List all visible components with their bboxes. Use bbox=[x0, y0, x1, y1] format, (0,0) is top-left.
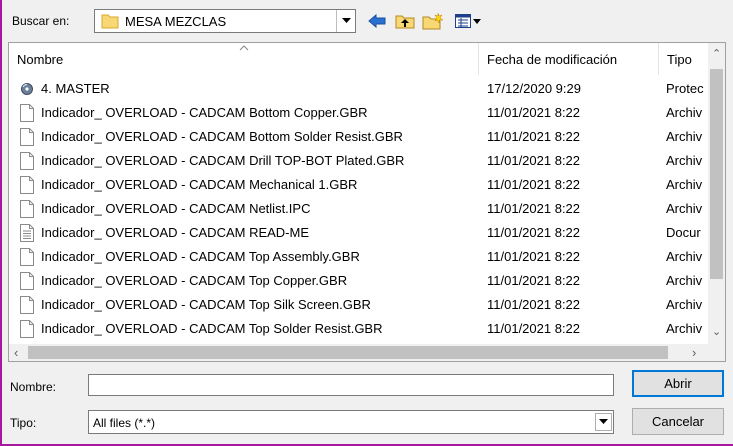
file-icon bbox=[20, 200, 34, 218]
cancel-button[interactable]: Cancelar bbox=[632, 408, 724, 435]
chevron-down-icon bbox=[473, 18, 481, 24]
file-name: Indicador_ OVERLOAD - CADCAM READ-ME bbox=[41, 225, 310, 240]
file-type: Archiv bbox=[666, 273, 703, 288]
text-file-icon bbox=[20, 224, 34, 242]
chevron-down-icon[interactable] bbox=[336, 10, 355, 32]
file-name: Indicador_ OVERLOAD - CADCAM Bottom Copp… bbox=[41, 105, 368, 120]
file-type: Archiv bbox=[666, 321, 703, 336]
file-row[interactable]: Indicador_ OVERLOAD - CADCAM Bottom Sold… bbox=[9, 125, 709, 149]
file-date: 11/01/2021 8:22 bbox=[487, 225, 581, 240]
back-arrow-icon bbox=[368, 14, 386, 28]
file-type: Archiv bbox=[666, 201, 703, 216]
file-date: 11/01/2021 8:22 bbox=[487, 201, 581, 216]
file-type: Archiv bbox=[666, 177, 703, 192]
file-type: Archiv bbox=[666, 129, 703, 144]
scroll-left-icon[interactable]: ‹ bbox=[14, 345, 18, 360]
file-type: Archiv bbox=[666, 105, 703, 120]
file-icon bbox=[20, 128, 34, 146]
file-date: 11/01/2021 8:22 bbox=[487, 249, 581, 264]
file-list[interactable]: Nombre Fecha de modificación Tipo 4. MAS… bbox=[8, 42, 726, 362]
horizontal-scroll-thumb[interactable] bbox=[28, 346, 668, 359]
file-date: 11/01/2021 8:22 bbox=[487, 105, 581, 120]
file-name: Indicador_ OVERLOAD - CADCAM Bottom Sold… bbox=[41, 129, 403, 144]
column-modified-label: Fecha de modificación bbox=[487, 52, 618, 67]
lookin-dropdown[interactable]: MESA MEZCLAS bbox=[94, 9, 356, 33]
file-date: 11/01/2021 8:22 bbox=[487, 297, 581, 312]
file-date: 17/12/2020 9:29 bbox=[487, 81, 581, 96]
view-grid-icon bbox=[455, 14, 471, 28]
file-date: 11/01/2021 8:22 bbox=[487, 177, 581, 192]
file-row[interactable]: Indicador_ OVERLOAD - CADCAM Bottom Copp… bbox=[9, 101, 709, 125]
horizontal-scrollbar[interactable]: ‹ › bbox=[9, 344, 725, 361]
file-icon bbox=[20, 296, 34, 314]
column-header-type[interactable]: Tipo bbox=[659, 43, 709, 75]
file-icon bbox=[20, 248, 34, 266]
disc-icon bbox=[21, 83, 33, 95]
file-row[interactable]: Indicador_ OVERLOAD - CADCAM Top Solder … bbox=[9, 317, 709, 341]
file-date: 11/01/2021 8:22 bbox=[487, 153, 581, 168]
file-name: Indicador_ OVERLOAD - CADCAM Top Assembl… bbox=[41, 249, 360, 264]
chevron-down-icon[interactable] bbox=[595, 413, 612, 431]
file-type: Archiv bbox=[666, 297, 703, 312]
vertical-scroll-thumb[interactable] bbox=[710, 69, 723, 279]
file-name: Indicador_ OVERLOAD - CADCAM Top Silk Sc… bbox=[41, 297, 371, 312]
scroll-down-icon[interactable]: ⌄ bbox=[712, 325, 721, 338]
up-folder-icon bbox=[395, 15, 415, 29]
view-menu-button[interactable] bbox=[450, 10, 486, 32]
column-header-name[interactable]: Nombre bbox=[9, 43, 479, 75]
file-name: Indicador_ OVERLOAD - CADCAM Mechanical … bbox=[41, 177, 358, 192]
file-name: Indicador_ OVERLOAD - CADCAM Top Copper.… bbox=[41, 273, 348, 288]
folder-icon bbox=[101, 14, 119, 29]
file-row[interactable]: 4. MASTER 17/12/2020 9:29 Protec bbox=[9, 77, 709, 101]
vertical-scrollbar[interactable]: ⌃ ⌄ bbox=[708, 43, 725, 345]
file-name: Indicador_ OVERLOAD - CADCAM Top Solder … bbox=[41, 321, 383, 336]
new-folder-icon bbox=[422, 12, 444, 30]
scroll-right-icon[interactable]: › bbox=[692, 345, 696, 360]
file-row[interactable]: Indicador_ OVERLOAD - CADCAM Mechanical … bbox=[9, 173, 709, 197]
sort-up-icon bbox=[239, 45, 249, 51]
lookin-label: Buscar en: bbox=[12, 14, 70, 28]
column-type-label: Tipo bbox=[667, 52, 692, 67]
file-row[interactable]: Indicador_ OVERLOAD - CADCAM Drill TOP-B… bbox=[9, 149, 709, 173]
file-icon bbox=[20, 152, 34, 170]
back-button[interactable] bbox=[366, 10, 388, 32]
file-row[interactable]: Indicador_ OVERLOAD - CADCAM Netlist.IPC… bbox=[9, 197, 709, 221]
column-header-modified[interactable]: Fecha de modificación bbox=[479, 43, 659, 75]
type-label: Tipo: bbox=[10, 416, 37, 430]
file-row[interactable]: Indicador_ OVERLOAD - CADCAM Top Copper.… bbox=[9, 269, 709, 293]
file-date: 11/01/2021 8:22 bbox=[487, 129, 581, 144]
file-icon bbox=[20, 320, 34, 338]
file-row[interactable]: Indicador_ OVERLOAD - CADCAM READ-ME 11/0… bbox=[9, 221, 709, 245]
file-row[interactable]: Indicador_ OVERLOAD - CADCAM Top Assembl… bbox=[9, 245, 709, 269]
file-type: Docur bbox=[666, 225, 701, 240]
file-date: 11/01/2021 8:22 bbox=[487, 273, 581, 288]
file-type: Archiv bbox=[666, 153, 703, 168]
current-folder: MESA MEZCLAS bbox=[125, 14, 227, 29]
up-folder-button[interactable] bbox=[394, 10, 416, 32]
column-name-label: Nombre bbox=[17, 52, 64, 67]
new-folder-button[interactable] bbox=[422, 10, 444, 32]
filename-input[interactable] bbox=[88, 374, 614, 396]
filetype-value: All files (*.*) bbox=[93, 416, 156, 430]
file-type: Archiv bbox=[666, 249, 703, 264]
file-icon bbox=[20, 176, 34, 194]
name-label: Nombre: bbox=[10, 380, 57, 394]
file-date: 11/01/2021 8:22 bbox=[487, 321, 581, 336]
filetype-select[interactable]: All files (*.*) bbox=[88, 410, 614, 434]
file-name: Indicador_ OVERLOAD - CADCAM Drill TOP-B… bbox=[41, 153, 405, 168]
file-icon bbox=[20, 272, 34, 290]
file-row[interactable]: Indicador_ OVERLOAD - CADCAM Top Silk Sc… bbox=[9, 293, 709, 317]
file-name: Indicador_ OVERLOAD - CADCAM Netlist.IPC bbox=[41, 201, 311, 216]
open-button[interactable]: Abrir bbox=[632, 370, 724, 397]
file-icon bbox=[20, 104, 34, 122]
scroll-up-icon[interactable]: ⌃ bbox=[712, 47, 721, 60]
file-name: 4. MASTER bbox=[41, 81, 110, 96]
file-type: Protec bbox=[666, 81, 704, 96]
